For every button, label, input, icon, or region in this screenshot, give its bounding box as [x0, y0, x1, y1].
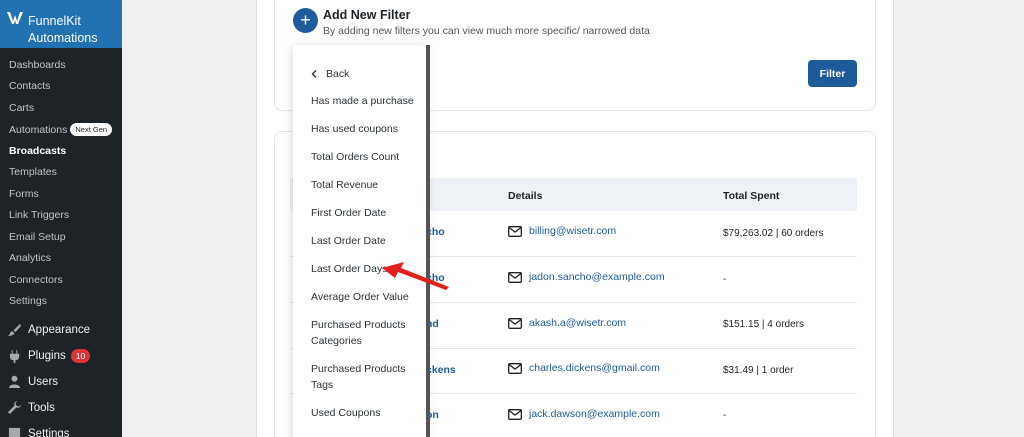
contact-name-link[interactable]: ckens — [426, 364, 456, 376]
sidebar-item-forms[interactable]: Forms — [9, 188, 39, 200]
menu-label: Settings — [28, 427, 70, 437]
email-text: charles.dickens@gmail.com — [529, 362, 660, 374]
sidebar-item-templates[interactable]: Templates — [9, 166, 57, 178]
dropdown-item-first-order-date[interactable]: First Order Date — [311, 205, 421, 221]
total-spent: $31.49 | 1 order — [723, 365, 794, 376]
plugins-update-badge: 10 — [70, 349, 91, 363]
back-label: Back — [326, 68, 350, 80]
add-filter-title[interactable]: Add New Filter — [323, 8, 411, 22]
contact-email[interactable]: jack.dawson@example.com — [508, 408, 660, 420]
menu-tools[interactable]: Tools — [8, 401, 55, 414]
dropdown-item-total-orders-count[interactable]: Total Orders Count — [311, 149, 421, 165]
total-spent: $151.15 | 4 orders — [723, 319, 804, 330]
next-gen-badge: Next Gen — [70, 123, 113, 136]
menu-label: Plugins — [28, 350, 66, 362]
sidebar-item-broadcasts[interactable]: Broadcasts — [9, 145, 66, 157]
envelope-icon — [508, 362, 522, 374]
settings-icon — [8, 427, 21, 437]
total-spent: - — [723, 274, 727, 285]
contact-email[interactable]: billing@wisetr.com — [508, 225, 616, 237]
add-filter-button[interactable]: + — [293, 8, 318, 33]
brand-name: FunnelKit Automations — [28, 14, 98, 45]
menu-users[interactable]: Users — [8, 375, 58, 388]
menu-label: Users — [28, 375, 59, 388]
funnelkit-menu-header[interactable]: FunnelKit Automations — [0, 0, 122, 48]
menu-settings[interactable]: Settings — [8, 427, 70, 437]
dropdown-item-average-order-value[interactable]: Average Order Value — [311, 289, 421, 305]
add-filter-description: By adding new filters you can view much … — [323, 25, 650, 37]
sidebar-item-link-triggers[interactable]: Link Triggers — [9, 209, 69, 221]
envelope-icon — [508, 317, 522, 329]
contact-email[interactable]: charles.dickens@gmail.com — [508, 362, 660, 374]
paintbrush-icon — [8, 323, 21, 336]
sidebar-item-settings[interactable]: Settings — [9, 295, 47, 307]
dropdown-scrollbar[interactable] — [426, 45, 430, 437]
email-text: jack.dawson@example.com — [529, 408, 660, 420]
dropdown-item-has-used-coupons[interactable]: Has used coupons — [311, 121, 421, 137]
sidebar-item-carts[interactable]: Carts — [9, 102, 34, 114]
menu-plugins[interactable]: Plugins 10 — [8, 349, 91, 363]
plugin-icon — [9, 349, 20, 363]
dropdown-item-total-revenue[interactable]: Total Revenue — [311, 177, 421, 193]
user-icon — [8, 375, 21, 388]
funnelkit-logo-icon — [7, 12, 23, 27]
total-spent: $79,263.02 | 60 orders — [723, 228, 824, 239]
dropdown-item-has-made-a-purchase[interactable]: Has made a purchase — [311, 93, 421, 109]
sidebar-item-analytics[interactable]: Analytics — [9, 252, 51, 264]
contact-email[interactable]: akash.a@wisetr.com — [508, 317, 626, 329]
email-text: jadon.sancho@example.com — [529, 271, 665, 283]
sidebar-item-label: Automations — [9, 124, 68, 136]
plus-icon: + — [300, 10, 311, 30]
dropdown-item-last-order-date[interactable]: Last Order Date — [311, 233, 421, 249]
content-gutter — [122, 0, 256, 437]
column-header-details: Details — [508, 190, 543, 202]
sidebar-item-dashboards[interactable]: Dashboards — [9, 59, 66, 71]
envelope-icon — [508, 408, 522, 420]
contact-email[interactable]: jadon.sancho@example.com — [508, 271, 665, 283]
dropdown-item-purchased-products-tags[interactable]: Purchased Products Tags — [311, 361, 421, 393]
envelope-icon — [508, 271, 522, 283]
menu-label: Tools — [28, 401, 55, 414]
wrench-icon — [8, 401, 21, 414]
sidebar-item-connectors[interactable]: Connectors — [9, 274, 63, 286]
sidebar-item-automations[interactable]: Automations Next Gen — [9, 123, 113, 136]
sidebar-item-contacts[interactable]: Contacts — [9, 80, 50, 92]
sidebar-item-email-setup[interactable]: Email Setup — [9, 231, 66, 243]
total-spent: - — [723, 410, 727, 421]
dropdown-item-purchased-products-categories[interactable]: Purchased Products Categories — [311, 317, 421, 349]
chevron-left-icon — [311, 70, 317, 78]
dropdown-item-used-coupons[interactable]: Used Coupons — [311, 405, 421, 421]
dropdown-item-last-order-days[interactable]: Last Order Days — [311, 261, 421, 277]
filter-button[interactable]: Filter — [808, 60, 857, 87]
menu-appearance[interactable]: Appearance — [8, 323, 90, 336]
envelope-icon — [508, 225, 522, 237]
dropdown-back-item[interactable]: Back — [311, 66, 421, 82]
column-header-total-spent: Total Spent — [723, 190, 780, 202]
email-text: akash.a@wisetr.com — [529, 317, 627, 329]
admin-sidebar: FunnelKit Automations Dashboards Contact… — [0, 0, 122, 437]
email-text: billing@wisetr.com — [529, 225, 617, 237]
menu-label: Appearance — [28, 323, 91, 336]
